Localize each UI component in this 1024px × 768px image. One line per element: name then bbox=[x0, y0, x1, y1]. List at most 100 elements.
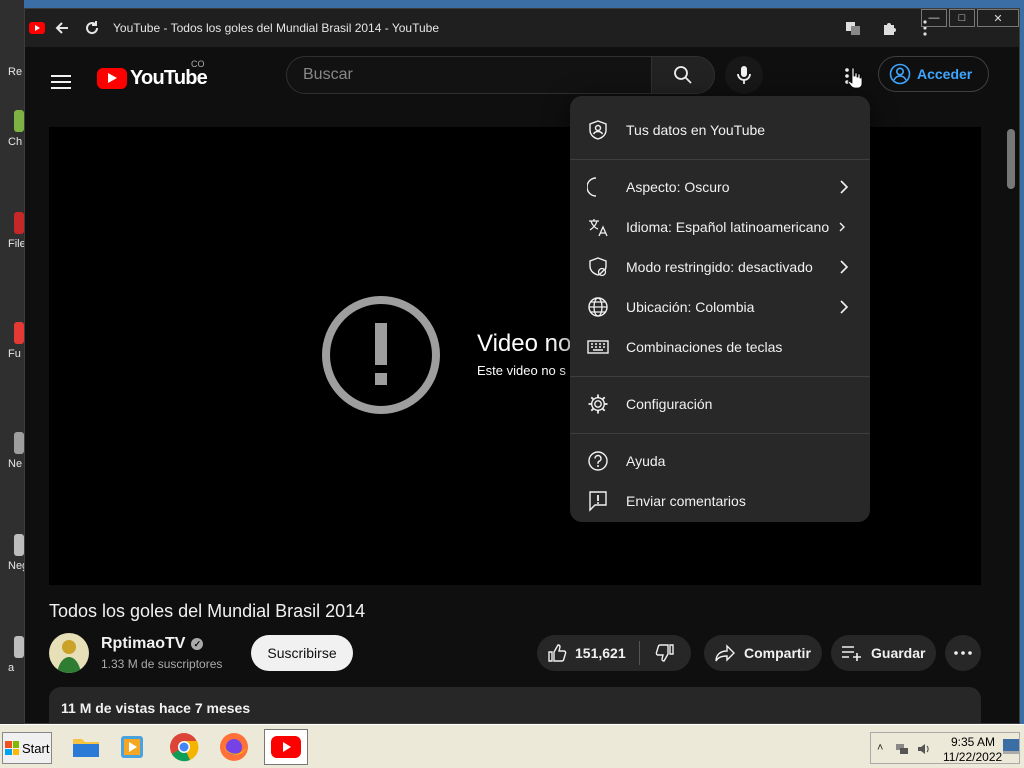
start-button[interactable]: Start bbox=[2, 732, 52, 764]
window-title: YouTube - Todos los goles del Mundial Br… bbox=[113, 21, 439, 35]
channel-name-text: RptimaoTV bbox=[101, 635, 186, 652]
desktop-icon-recycle[interactable]: Re bbox=[0, 62, 24, 78]
desktop-icon-a[interactable]: a bbox=[0, 636, 24, 674]
menu-item-label: Aspecto: Oscuro bbox=[626, 179, 730, 195]
channel-name[interactable]: RptimaoTV ✓ bbox=[101, 635, 204, 653]
channel-avatar[interactable] bbox=[49, 633, 89, 673]
taskbar: Start ˄ 9:35 AM 11/22/2022 bbox=[0, 724, 1024, 768]
youtube-favicon-icon bbox=[29, 22, 45, 34]
translate-extension-icon[interactable] bbox=[839, 14, 867, 42]
app-icon bbox=[14, 432, 24, 454]
save-button[interactable]: Guardar bbox=[831, 635, 936, 671]
dislike-button[interactable] bbox=[640, 643, 690, 663]
title-bar: YouTube - Todos los goles del Mundial Br… bbox=[25, 9, 1019, 47]
menu-divider bbox=[570, 376, 870, 377]
feedback-icon bbox=[586, 489, 610, 513]
share-label: Compartir bbox=[744, 645, 811, 661]
taskbar-firefox[interactable] bbox=[214, 729, 254, 765]
desktop-background: Re Ch File Fu Ne Neg a bbox=[0, 0, 24, 724]
menu-item-label: Enviar comentarios bbox=[626, 493, 746, 509]
chevron-right-icon bbox=[839, 222, 845, 232]
minimize-button[interactable]: — bbox=[921, 9, 947, 27]
chevron-right-icon bbox=[840, 180, 849, 194]
page-scrollbar[interactable] bbox=[1007, 129, 1015, 189]
menu-item-label: Tus datos en YouTube bbox=[626, 122, 766, 138]
microphone-icon bbox=[737, 66, 751, 84]
menu-item-send-feedback[interactable]: Enviar comentarios bbox=[570, 481, 870, 521]
firefox-icon bbox=[220, 733, 248, 761]
clock-time[interactable]: 9:35 AM bbox=[951, 735, 995, 749]
taskbar-chrome[interactable] bbox=[164, 729, 204, 765]
show-hidden-icons-chevron-icon[interactable]: ˄ bbox=[877, 742, 883, 754]
desktop-icon-label: Neg bbox=[8, 560, 24, 572]
maximize-button[interactable]: □ bbox=[949, 9, 975, 27]
desktop-icon-file[interactable]: File bbox=[0, 212, 24, 250]
desktop-icon-label: Ne bbox=[8, 458, 23, 470]
signin-button[interactable]: Acceder bbox=[878, 56, 989, 92]
volume-icon[interactable] bbox=[917, 742, 931, 756]
menu-item-help[interactable]: Ayuda bbox=[570, 441, 870, 481]
taskbar-media-player[interactable] bbox=[112, 729, 152, 765]
desktop-peek-icon[interactable] bbox=[1003, 739, 1019, 757]
search-input[interactable]: Buscar bbox=[286, 56, 652, 94]
desktop-icon-label: File bbox=[8, 238, 24, 250]
views-and-date: 11 M de vistas hace 7 meses bbox=[61, 700, 251, 716]
taskbar-youtube[interactable] bbox=[264, 729, 308, 765]
puzzle-extensions-icon[interactable] bbox=[875, 14, 903, 42]
youtube-logo[interactable]: YouTube CO bbox=[97, 59, 208, 90]
subscribe-button[interactable]: Suscribirse bbox=[251, 635, 353, 671]
video-title: Todos los goles del Mundial Brasil 2014 bbox=[49, 601, 366, 621]
gear-icon bbox=[586, 392, 610, 416]
menu-item-your-data[interactable]: Tus datos en YouTube bbox=[570, 110, 870, 150]
back-arrow-icon[interactable] bbox=[49, 15, 75, 41]
desktop-icon-ne[interactable]: Ne bbox=[0, 432, 24, 470]
description-box[interactable]: 11 M de vistas hace 7 meses bbox=[49, 687, 981, 723]
voice-search-button[interactable] bbox=[725, 56, 763, 94]
reload-icon[interactable] bbox=[79, 15, 105, 41]
menu-item-label: Modo restringido: desactivado bbox=[626, 259, 813, 275]
moon-icon bbox=[586, 175, 610, 199]
desktop-icon-neg[interactable]: Neg bbox=[0, 534, 24, 572]
keyboard-icon bbox=[586, 335, 610, 359]
menu-item-restricted-mode[interactable]: Modo restringido: desactivado bbox=[570, 247, 870, 287]
logo-text: YouTube bbox=[130, 67, 208, 89]
menu-item-settings[interactable]: Configuración bbox=[570, 384, 870, 424]
menu-item-language[interactable]: Idioma: Español latinoamericano bbox=[570, 207, 870, 247]
share-arrow-icon bbox=[715, 644, 735, 662]
chevron-right-icon bbox=[840, 260, 849, 274]
like-button[interactable]: 151,621 bbox=[537, 641, 640, 665]
desktop-icon-label: Re bbox=[8, 66, 23, 78]
menu-item-location[interactable]: Ubicación: Colombia bbox=[570, 287, 870, 327]
youtube-play-icon bbox=[97, 68, 127, 89]
clock-date[interactable]: 11/22/2022 bbox=[943, 750, 1002, 764]
menu-item-appearance[interactable]: Aspecto: Oscuro bbox=[570, 167, 870, 207]
menu-item-label: Configuración bbox=[626, 396, 713, 412]
taskbar-file-explorer[interactable] bbox=[66, 729, 106, 765]
error-exclamation-icon bbox=[322, 296, 440, 414]
settings-dropdown-menu: Tus datos en YouTube Aspecto: Oscuro Idi… bbox=[570, 96, 870, 522]
menu-divider bbox=[570, 159, 870, 160]
share-button[interactable]: Compartir bbox=[704, 635, 822, 671]
hand-cursor-icon bbox=[847, 67, 863, 89]
hamburger-menu-icon[interactable] bbox=[51, 75, 71, 89]
menu-item-label: Idioma: Español latinoamericano bbox=[626, 219, 830, 235]
error-subtitle: Este video no s bbox=[477, 363, 566, 378]
globe-icon bbox=[586, 295, 610, 319]
account-circle-icon bbox=[889, 63, 911, 85]
error-title: Video no bbox=[477, 330, 572, 357]
folder-icon bbox=[73, 739, 99, 757]
system-tray: ˄ 9:35 AM 11/22/2022 bbox=[870, 732, 1020, 764]
network-icon[interactable] bbox=[895, 742, 909, 756]
close-button[interactable]: ✕ bbox=[977, 9, 1019, 27]
start-label: Start bbox=[22, 740, 50, 756]
search-button[interactable] bbox=[651, 56, 715, 94]
browser-window: YouTube - Todos los goles del Mundial Br… bbox=[24, 8, 1020, 724]
windows-flag-icon bbox=[5, 741, 19, 755]
app-icon bbox=[14, 110, 24, 132]
user-shield-icon bbox=[586, 118, 610, 142]
desktop-icon-fu[interactable]: Fu bbox=[0, 322, 24, 360]
desktop-icon-chrome[interactable]: Ch bbox=[0, 110, 24, 148]
menu-item-keyboard-shortcuts[interactable]: Combinaciones de teclas bbox=[570, 327, 870, 367]
more-actions-button[interactable] bbox=[945, 635, 981, 671]
save-label: Guardar bbox=[871, 645, 926, 661]
